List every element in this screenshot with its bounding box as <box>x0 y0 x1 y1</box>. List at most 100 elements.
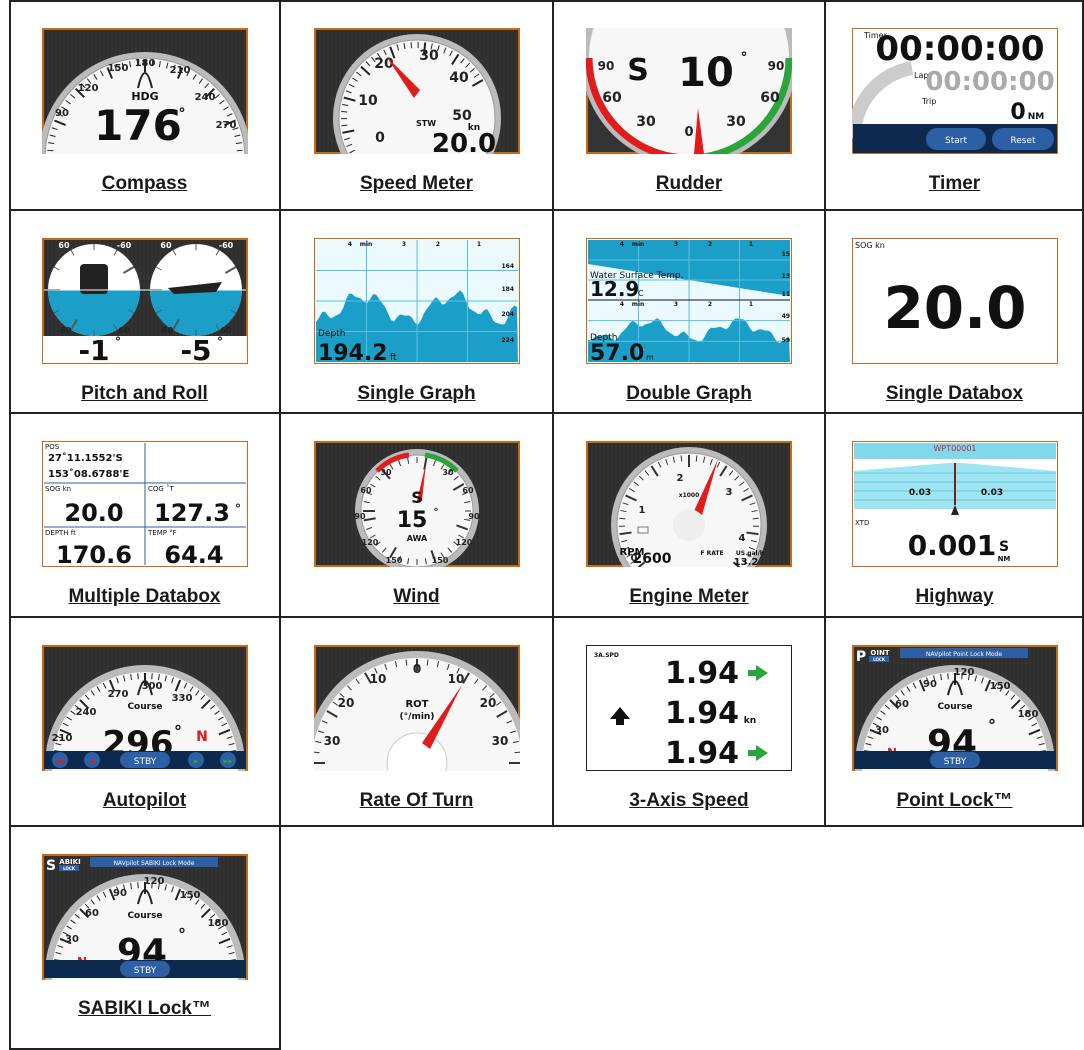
svg-text:◀: ◀ <box>90 758 95 765</box>
widget-cell-compass[interactable]: 90 120 150 180 210 240 270 HDG 176 ° Compass <box>9 0 280 210</box>
widget-cell-rate-of-turn[interactable]: 0 10 10 20 20 30 30 ROT (°/min) Rate Of Turn <box>280 617 553 826</box>
axis3-v2: 1.94 <box>665 696 739 731</box>
timer-trip-unit: NM <box>1028 112 1045 122</box>
wind-tick: 120 <box>456 538 473 547</box>
speed-meter-graphic: 01020 304050STW kn20.0 <box>314 28 520 154</box>
rate-of-turn-graphic: 0 10 10 20 20 30 30 ROT (°/min) <box>314 645 520 771</box>
autopilot-step-button[interactable]: ▶ <box>188 752 204 768</box>
rot-tick: 30 <box>324 734 341 748</box>
widget-cell-highway[interactable]: WPT00001 0.03 0.03 XTD 0.001 S NM Highway <box>825 413 1084 617</box>
temp-label: TEMP °F <box>147 529 177 537</box>
caption-autopilot[interactable]: Autopilot <box>9 790 280 812</box>
autopilot-thumbnail: 210 240 270 300 330 Course 296 ° N ◀◀ ◀ ▶ ▶▶ STBY <box>42 645 248 771</box>
lock-stby-button[interactable]: STBY <box>930 752 980 768</box>
pitch-value: -1 <box>78 334 109 364</box>
caption-point-lock[interactable]: Point Lock™ <box>825 790 1084 812</box>
lock-mode-title: NAVpilot SABIKI Lock Mode <box>114 860 195 867</box>
course-label: Course <box>127 911 162 921</box>
course-tick: 60 <box>85 908 99 919</box>
widget-cell-pitch-and-roll[interactable]: 60 -60 -60 60 60 -60 -60 60 -1 ° -5 ° Pitch and Roll <box>9 210 280 413</box>
autopilot-step-button[interactable]: ▶▶ <box>220 752 236 768</box>
graph-top-value: 12.9 <box>590 277 639 301</box>
course-tick: 90 <box>113 888 127 899</box>
wind-side: S <box>411 488 423 507</box>
caption-speed-meter[interactable]: Speed Meter <box>280 173 553 195</box>
autopilot-graphic: 210240270300330Course296 ° N◀◀ ◀ ▶ ▶▶STBY <box>42 645 248 771</box>
single-databox-thumbnail: SOG kn 20.0 <box>852 238 1058 364</box>
wind-tick: 30 <box>442 468 454 477</box>
caption-compass[interactable]: Compass <box>9 173 280 195</box>
graph-time-label: min <box>632 241 645 248</box>
caption-rudder[interactable]: Rudder <box>553 173 825 195</box>
caption-rate-of-turn[interactable]: Rate Of Turn <box>280 790 553 812</box>
pos-lon: 153˚08.6788'E <box>48 468 129 480</box>
rudder-side: S <box>627 53 649 88</box>
rudder-tick-label: 60 <box>602 90 622 106</box>
graph-time-label: 2 <box>708 301 712 308</box>
widget-cell-double-graph[interactable]: 4 min 3 2 1 4 min 3 2 1 15 13 11 49 59 Water Surface Te… <box>553 210 825 413</box>
widget-cell-engine-meter[interactable]: 0 1 2 3 4 x1000 RPM 2600 F RATE US gal/h 13.2 Engin… <box>553 413 825 617</box>
single-graph-graphic: 4 min 3 2 1 164 184 204 224 Depth 194.2 ft <box>314 238 520 364</box>
lock-unit: ° <box>178 925 186 944</box>
highway-xtd: 0.001 <box>908 529 997 562</box>
timer-reset-button[interactable]: Reset <box>992 128 1054 150</box>
graph-time-label: 3 <box>674 301 678 308</box>
timer-trip: 0 <box>1010 100 1025 125</box>
widget-cell-3-axis-speed[interactable]: 3A.SPD 1.94 1.94 kn 1.94 3-Axis Speed <box>553 617 825 826</box>
speed-tick-label: 50 <box>452 108 472 124</box>
multiple-databox-graphic: POS27˚11.1552'S 153˚08.6788'E SOG kn 20.0 CO… <box>42 441 248 567</box>
rudder-tick-label: 30 <box>726 114 746 130</box>
caption-single-databox[interactable]: Single Databox <box>825 383 1084 405</box>
caption-sabiki-lock[interactable]: SABIKI Lock™ <box>9 998 280 1020</box>
caption-wind[interactable]: Wind <box>280 586 553 608</box>
graph-time-label: min <box>632 301 645 308</box>
autopilot-unit: ° <box>174 722 182 741</box>
caption-double-graph[interactable]: Double Graph <box>553 383 825 405</box>
course-tick: 30 <box>65 934 79 945</box>
widget-cell-point-lock[interactable]: 306090120150180Course94°NNAVpilot Point … <box>825 617 1084 826</box>
highway-graphic: WPT00001 0.03 0.03 XTD 0.001 SNM <box>852 441 1058 567</box>
graph-top-unit: °C <box>634 289 644 298</box>
cog-unit: ° <box>235 502 241 516</box>
widget-cell-multiple-databox[interactable]: POS 27˚11.1552'S 153˚08.6788'E SOG kn 20.0 CO… <box>9 413 280 617</box>
caption-single-graph[interactable]: Single Graph <box>280 383 553 405</box>
widget-cell-single-databox[interactable]: SOG kn 20.0 Single Databox <box>825 210 1084 413</box>
sog-label: SOG kn <box>45 485 71 493</box>
wind-tick: 60 <box>360 486 372 495</box>
caption-pitch-and-roll[interactable]: Pitch and Roll <box>9 383 280 405</box>
compass-unit: ° <box>179 106 186 122</box>
caption-multiple-databox[interactable]: Multiple Databox <box>9 586 280 608</box>
speed-tick-label: 0 <box>375 130 385 146</box>
widget-cell-wind[interactable]: 30 60 90 120 150 30 60 90 120 150 S 15 ° AWA Wind <box>280 413 553 617</box>
depth-value: 170.6 <box>56 541 132 567</box>
autopilot-stby-button[interactable]: STBY <box>120 752 170 768</box>
widget-cell-speed-meter[interactable]: 0 10 20 30 40 50 STW kn 20.0 Speed Meter <box>280 0 553 210</box>
course-tick: 150 <box>180 890 201 901</box>
widget-cell-single-graph[interactable]: 4 min 3 2 1 164 184 204 224 Depth 194.2 ft Single Gr… <box>280 210 553 413</box>
graph-bottom-value: 57.0 <box>590 341 644 364</box>
caption-highway[interactable]: Highway <box>825 586 1084 608</box>
svg-text:▶: ▶ <box>194 758 199 765</box>
caption-3-axis-speed[interactable]: 3-Axis Speed <box>553 790 825 812</box>
timer-start-button[interactable]: Start <box>926 128 986 150</box>
rudder-center-label: 0 <box>684 125 693 140</box>
pr-tick: 60 <box>58 241 70 250</box>
widget-cell-timer[interactable]: Timer 00:00:00 Lap 00:00:00 Trip 0 NM Start Rese… <box>825 0 1084 210</box>
caption-engine-meter[interactable]: Engine Meter <box>553 586 825 608</box>
course-tick: 240 <box>76 707 97 718</box>
databox-value: 20.0 <box>883 274 1026 342</box>
highway-right: 0.03 <box>981 488 1003 498</box>
wind-unit: ° <box>434 507 439 518</box>
highway-xtd-side: S <box>999 539 1009 555</box>
widget-cell-sabiki-lock[interactable]: 306090120150180Course94°NNAVpilot SABIKI… <box>9 826 280 1050</box>
autopilot-step-button[interactable]: ◀◀ <box>52 752 68 768</box>
rot-unit: (°/min) <box>400 712 435 722</box>
wind-graphic: 30 60 90 120 150 30 60 90 120 150 S15 ° AWA <box>314 441 520 567</box>
pr-tick: -60 <box>219 241 234 250</box>
autopilot-step-button[interactable]: ◀ <box>84 752 100 768</box>
graph-scale-label: 59 <box>782 337 790 344</box>
lock-stby-button[interactable]: STBY <box>120 961 170 977</box>
widget-cell-rudder[interactable]: 90 60 30 90 60 30 0 S 10 ° Rudder <box>553 0 825 210</box>
widget-cell-autopilot[interactable]: 210 240 270 300 330 Course 296 ° N ◀◀ ◀ ▶ ▶▶ STBY Auto… <box>9 617 280 826</box>
caption-timer[interactable]: Timer <box>825 173 1084 195</box>
